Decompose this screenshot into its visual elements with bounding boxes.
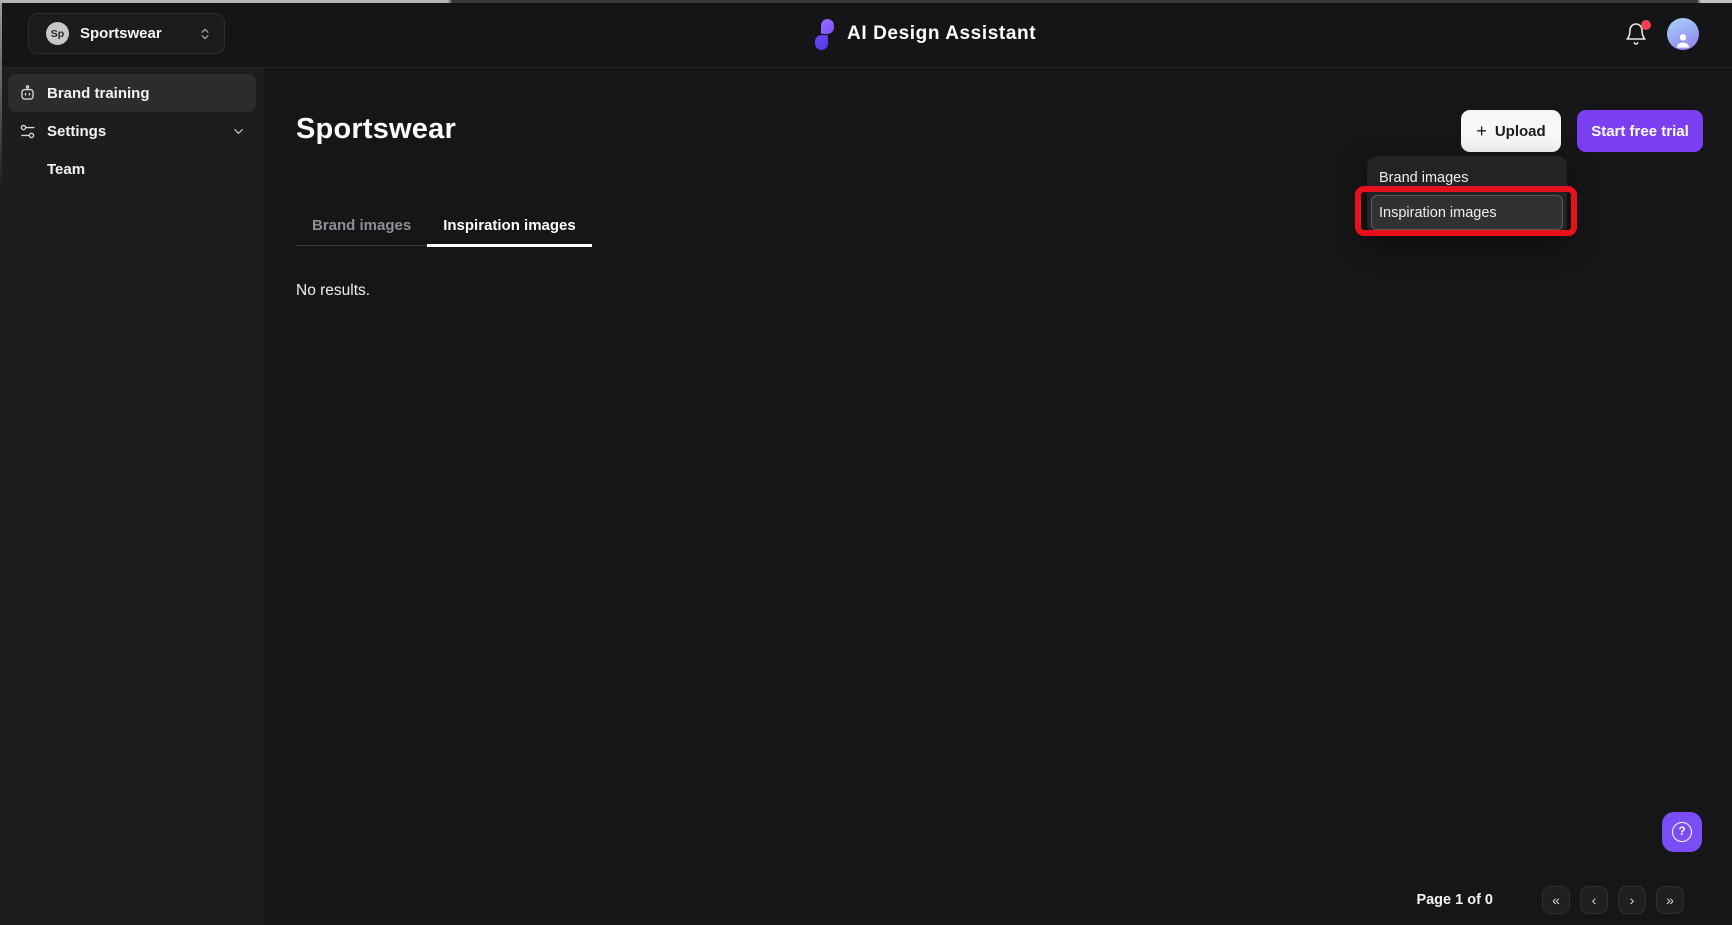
tab-brand-images[interactable]: Brand images [296,205,427,245]
upload-button-label: Upload [1494,122,1546,140]
workspace-badge: Sp [46,22,69,45]
chevron-down-icon [231,124,246,139]
page-title: Sportswear [296,113,456,145]
app-title: AI Design Assistant [847,23,1037,44]
window-edge-artifact [0,0,1732,3]
sliders-icon [18,122,37,141]
workspace-name: Sportswear [80,25,162,42]
notifications-button[interactable] [1623,20,1651,47]
app-window: Sp Sportswear AI Design Assistant Brand … [0,0,1732,925]
next-page-button[interactable]: › [1618,885,1646,914]
sidebar-item-label: Team [47,160,86,178]
empty-state-text: No results. [296,282,371,299]
window-edge-artifact-left [0,3,2,188]
sidebar-item-label: Settings [47,122,107,140]
workspace-switcher[interactable]: Sp Sportswear [28,13,225,54]
user-avatar[interactable] [1667,18,1699,50]
sidebar-item-brand-training[interactable]: Brand training [8,74,256,112]
logo-icon [815,18,834,50]
menu-item-brand-images[interactable]: Brand images [1371,160,1563,195]
help-circle-icon: ? [1672,822,1692,842]
notification-dot [1641,20,1651,30]
user-icon [1673,31,1693,50]
bot-icon [18,84,37,103]
chevrons-up-down-icon [198,27,212,41]
menu-item-inspiration-images[interactable]: Inspiration images [1371,195,1563,230]
start-free-trial-label: Start free trial [1591,122,1689,140]
last-page-button[interactable]: » [1656,885,1684,914]
sidebar: Brand training Settings Team [0,68,264,925]
pagination-label: Page 1 of 0 [1416,891,1493,908]
sidebar-item-settings[interactable]: Settings [8,112,256,150]
tabs: Brand images Inspiration images [296,205,592,247]
tab-inspiration-images[interactable]: Inspiration images [427,205,592,247]
app-logo: AI Design Assistant [815,0,1036,68]
upload-dropdown-menu: Brand images Inspiration images [1367,156,1567,234]
pagination: Page 1 of 0 « ‹ › » [1416,885,1684,914]
sidebar-item-label: Brand training [47,84,150,102]
upload-button[interactable]: + Upload [1461,110,1561,152]
start-free-trial-button[interactable]: Start free trial [1577,110,1703,152]
help-button[interactable]: ? [1662,812,1702,852]
topbar: Sp Sportswear AI Design Assistant [0,0,1732,68]
header-actions: + Upload Start free trial [1461,110,1703,152]
topbar-right [1623,0,1699,68]
first-page-button[interactable]: « [1542,885,1570,914]
plus-icon: + [1476,121,1487,141]
sidebar-item-team[interactable]: Team [8,150,256,188]
previous-page-button[interactable]: ‹ [1580,885,1608,914]
